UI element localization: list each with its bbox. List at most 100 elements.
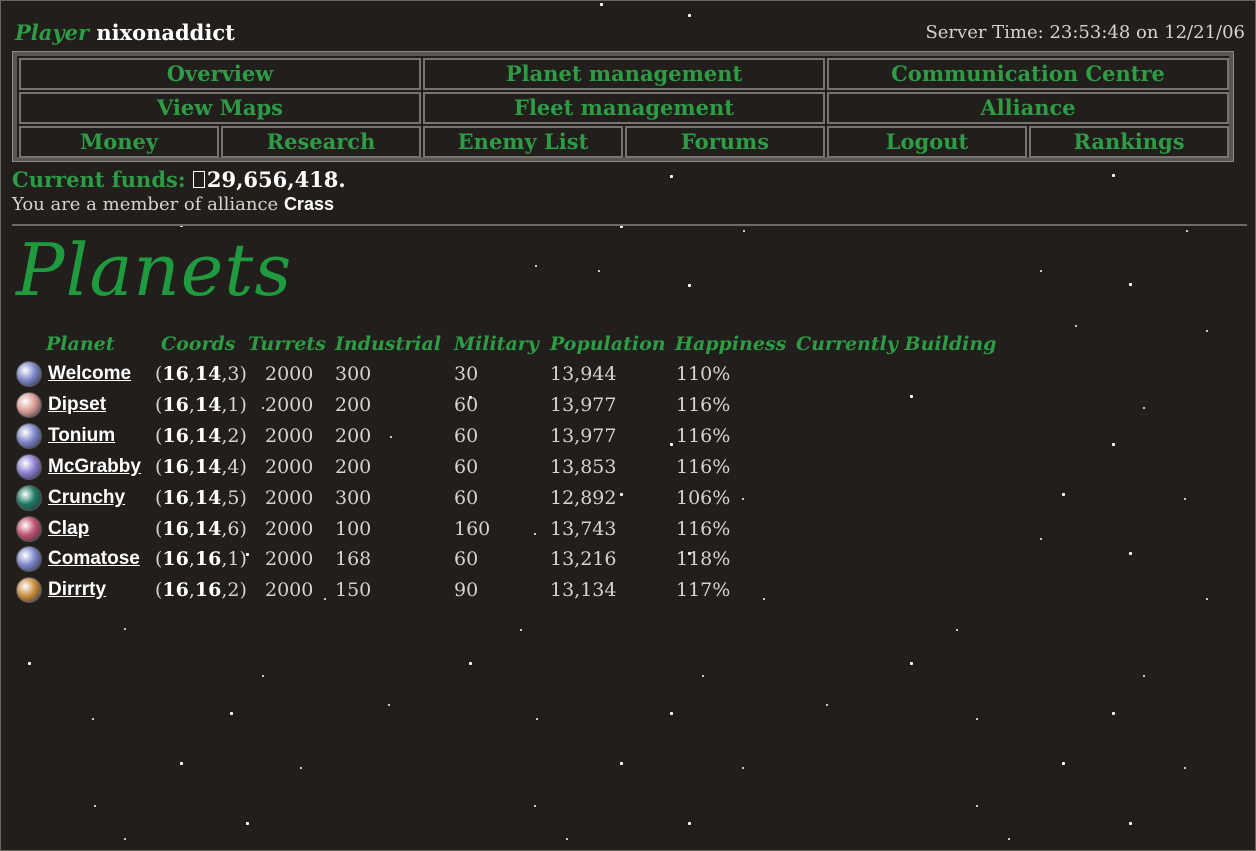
alliance-membership: You are a member of alliance Crass [12,194,334,215]
planet-link[interactable]: Welcome [48,360,131,388]
planet-link[interactable]: Dipset [48,391,106,419]
planet-link[interactable]: Dirrrty [48,576,106,604]
nav-communication-centre[interactable]: Communication Centre [827,58,1229,90]
table-row: Dipset (16,14,1) 2000 200 60 13,977 116% [0,391,1256,421]
planet-coords: (16,14,6) [155,517,247,540]
industrial-value: 100 [335,517,372,540]
nav-enemy-list[interactable]: Enemy List [423,126,623,158]
planet-coords: (16,14,4) [155,455,247,478]
planet-coords: (16,14,5) [155,486,247,509]
funds-label: Current funds: [12,167,186,192]
nav-money[interactable]: Money [19,126,219,158]
military-value: 60 [454,486,479,509]
planet-link[interactable]: Comatose [48,545,140,573]
page-header: Player nixonaddict Server Time: 23:53:48… [15,20,1247,46]
green-planet-icon [16,484,42,511]
planet-coords: (16,16,1) [155,548,247,571]
planet-link[interactable]: Clap [48,515,89,543]
coord-y: 16 [194,579,222,602]
table-row: Clap (16,14,6) 2000 100 160 13,743 116% [0,515,1256,545]
coord-y: 14 [194,363,222,385]
currency-icon [192,171,205,188]
divider [12,224,1247,226]
server-time: Server Time: 23:53:48 on 12/21/06 [925,22,1245,43]
nav-overview[interactable]: Overview [19,58,421,90]
header-currently-building: Currently Building [796,333,997,355]
turrets-value: 2000 [265,486,314,509]
population-value: 13,134 [550,579,617,602]
header-planet: Planet [46,333,115,355]
population-value: 13,743 [550,517,617,540]
coord-slot: 6 [227,517,240,540]
coord-y: 14 [194,393,222,416]
table-row: Welcome (16,14,3) 2000 300 30 13,944 110% [0,360,1256,390]
planet-coords: (16,14,2) [155,424,247,447]
player-label: Player [15,20,90,45]
planet-coords: (16,16,2) [155,579,247,602]
military-value: 60 [454,393,479,416]
turrets-value: 2000 [265,455,314,478]
coord-x: 16 [162,579,189,602]
alliance-prefix: You are a member of alliance [12,194,279,215]
population-value: 13,944 [550,363,617,385]
pink-planet-icon [16,391,42,418]
nav-planet-management[interactable]: Planet management [423,58,825,90]
nav-view-maps[interactable]: View Maps [19,92,421,124]
header-industrial: Industrial [335,333,442,355]
population-value: 13,977 [550,393,617,416]
nav-alliance[interactable]: Alliance [827,92,1229,124]
industrial-value: 200 [335,393,372,416]
table-row: McGrabby (16,14,4) 2000 200 60 13,853 116% [0,453,1256,483]
turrets-value: 2000 [265,424,314,447]
header-military: Military [454,333,539,355]
planet-link[interactable]: Tonium [48,422,115,450]
military-value: 30 [454,363,479,385]
table-row: Dirrrty (16,16,2) 2000 150 90 13,134 117% [0,576,1256,606]
coord-x: 16 [162,363,189,385]
industrial-value: 300 [335,486,372,509]
planet-coords: (16,14,3) [155,363,247,385]
turrets-value: 2000 [265,579,314,602]
coord-slot: 2 [227,424,240,447]
main-navigation: Overview Planet management Communication… [12,51,1234,162]
happiness-value: 116% [676,455,731,478]
nav-forums[interactable]: Forums [625,126,825,158]
coord-slot: 2 [227,579,240,602]
turrets-value: 2000 [265,517,314,540]
coord-slot: 1 [227,548,240,571]
coord-y: 14 [194,424,222,447]
nav-logout[interactable]: Logout [827,126,1027,158]
coord-x: 16 [162,455,189,478]
coord-x: 16 [162,393,189,416]
industrial-value: 300 [335,363,372,385]
happiness-value: 110% [676,363,731,385]
planet-link[interactable]: McGrabby [48,453,141,481]
header-turrets: Turrets [248,333,326,355]
violet-planet-icon [16,453,42,480]
military-value: 160 [454,517,491,540]
page-title: Planets [16,228,293,312]
turrets-value: 2000 [265,393,314,416]
table-row: Tonium (16,14,2) 2000 200 60 13,977 116% [0,422,1256,452]
population-value: 12,892 [550,486,617,509]
industrial-value: 200 [335,455,372,478]
happiness-value: 118% [676,548,731,571]
header-happiness: Happiness [675,333,787,355]
nav-research[interactable]: Research [221,126,421,158]
population-value: 13,216 [550,548,617,571]
planet-link[interactable]: Crunchy [48,484,125,512]
coord-x: 16 [162,548,189,571]
coord-y: 14 [194,517,222,540]
coord-x: 16 [162,517,189,540]
nav-rankings[interactable]: Rankings [1029,126,1229,158]
industrial-value: 168 [335,548,372,571]
industrial-value: 150 [335,579,372,602]
coord-slot: 4 [227,455,240,478]
nav-fleet-management[interactable]: Fleet management [423,92,825,124]
blue-white-planet-icon [16,546,42,573]
happiness-value: 106% [676,486,731,509]
coord-slot: 5 [227,486,240,509]
turrets-value: 2000 [265,548,314,571]
planet-coords: (16,14,1) [155,393,247,416]
population-value: 13,853 [550,455,617,478]
